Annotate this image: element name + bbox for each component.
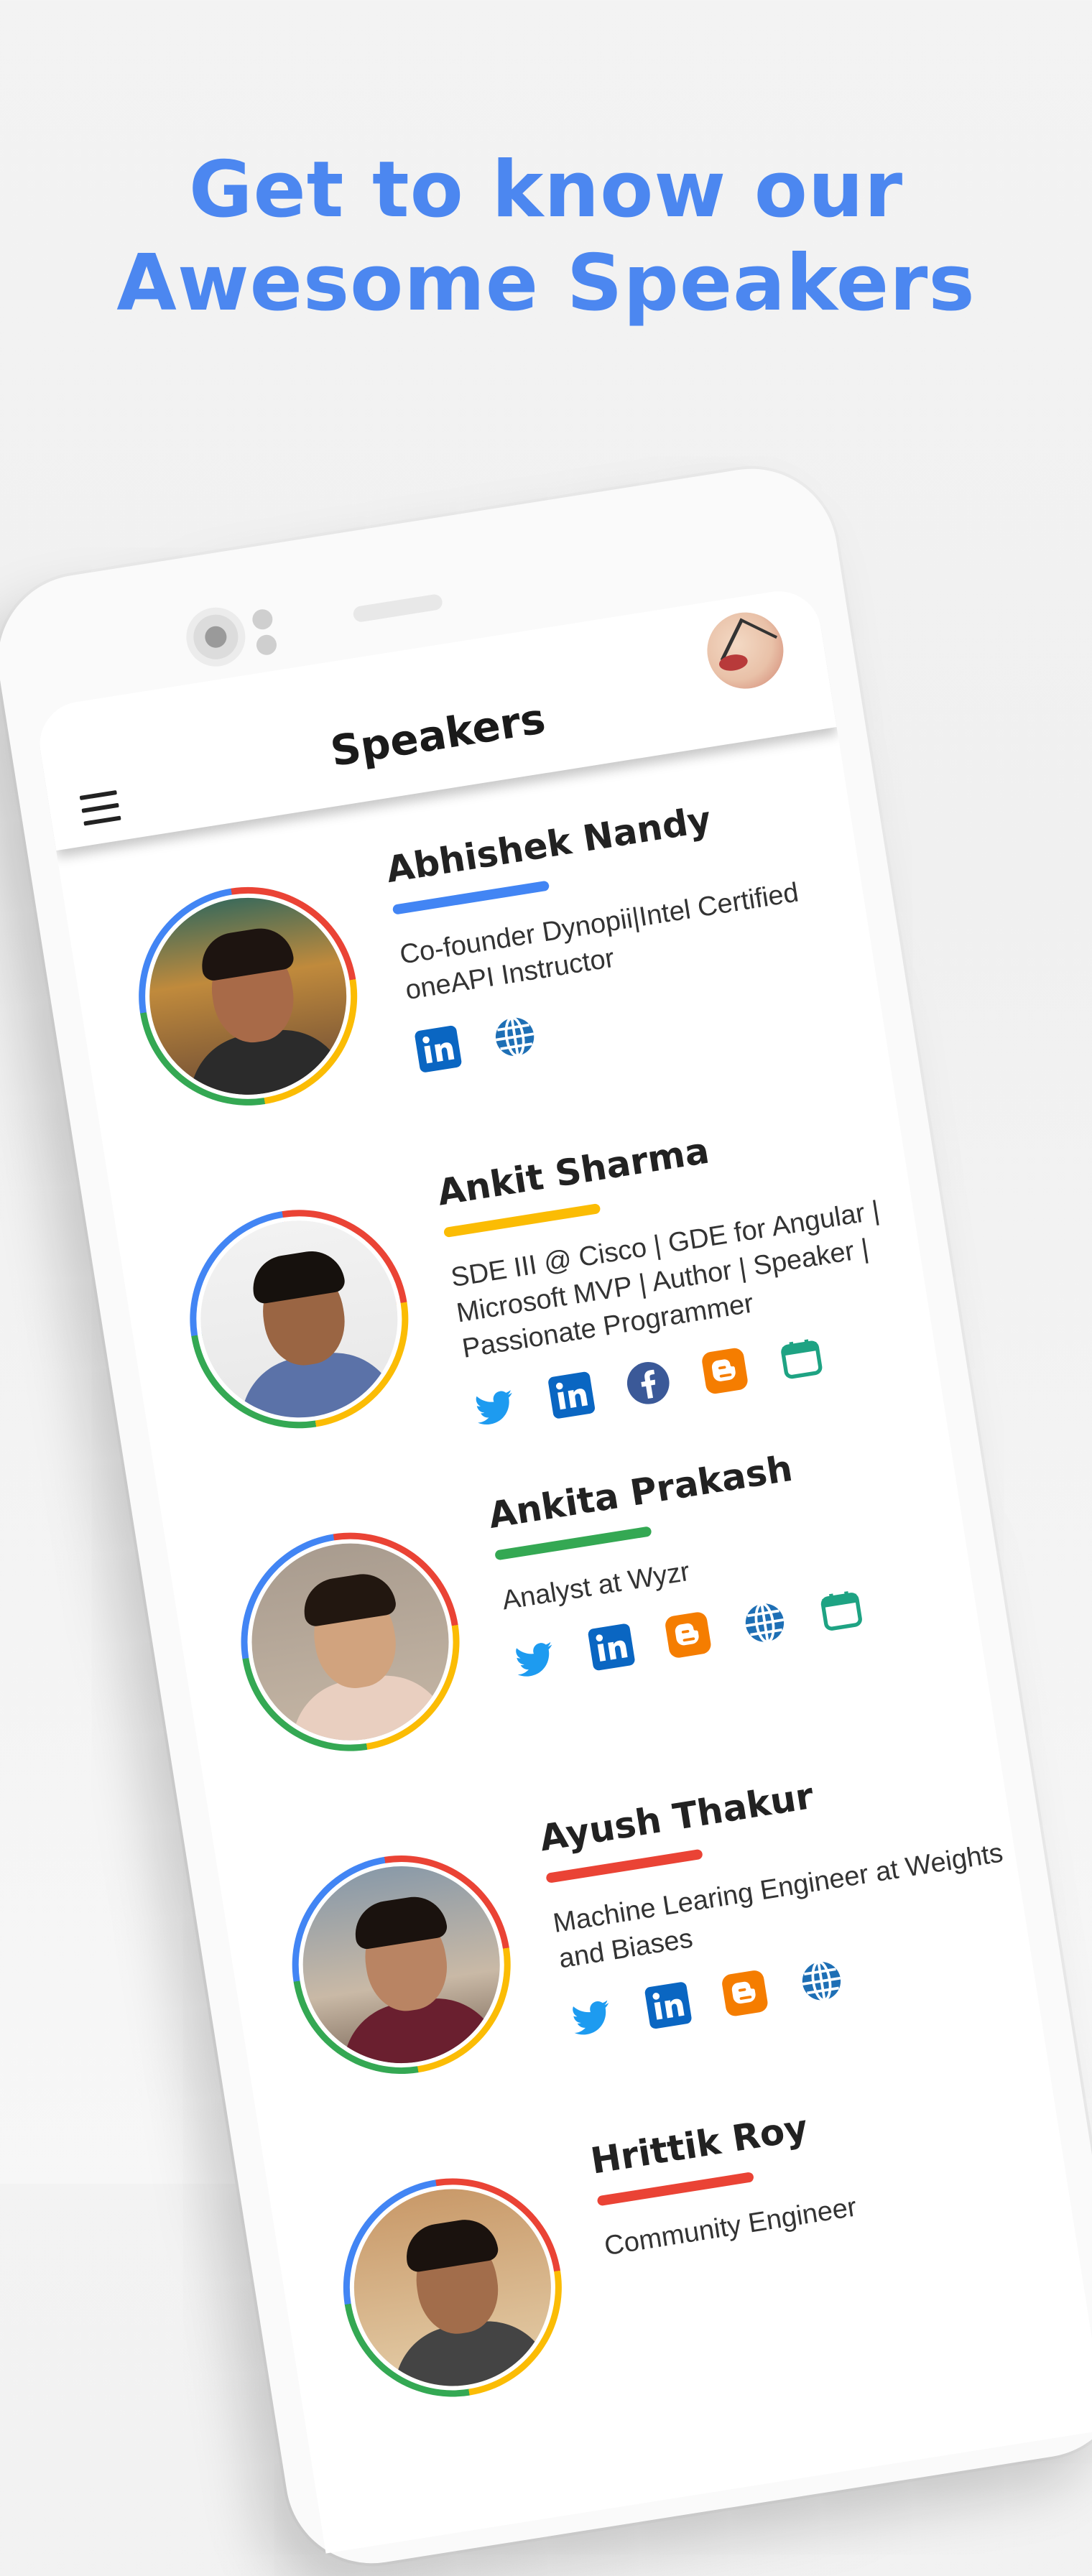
speaker-photo bbox=[276, 1840, 527, 2090]
speaker-list: Abhishek Nandy Co-founder Dynopii|Intel C… bbox=[60, 749, 1092, 2486]
blogger-icon[interactable] bbox=[698, 1345, 751, 1397]
hero-line-2: Awesome Speakers bbox=[116, 238, 976, 328]
website-icon[interactable] bbox=[795, 1955, 848, 2007]
blogger-icon[interactable] bbox=[662, 1608, 714, 1661]
sessionize-icon[interactable] bbox=[815, 1585, 868, 1637]
speaker-photo bbox=[327, 2162, 578, 2413]
speaker-photo bbox=[174, 1194, 425, 1445]
sessionize-icon[interactable] bbox=[775, 1333, 828, 1385]
website-icon[interactable] bbox=[489, 1011, 541, 1063]
sensor-dot bbox=[251, 608, 274, 631]
hero-heading: Get to know our Awesome Speakers bbox=[0, 144, 1092, 330]
linkedin-icon[interactable] bbox=[642, 1979, 695, 2031]
speaker-photo bbox=[123, 871, 374, 1121]
twitter-icon[interactable] bbox=[509, 1633, 561, 1685]
linkedin-icon[interactable] bbox=[586, 1621, 638, 1673]
sensor-dot bbox=[254, 633, 279, 657]
speaker-bio: Community Engineer bbox=[602, 2192, 859, 2262]
twitter-icon[interactable] bbox=[468, 1381, 521, 1434]
hero-line-1: Get to know our bbox=[188, 145, 904, 235]
website-icon[interactable] bbox=[739, 1596, 791, 1649]
earpiece-slot bbox=[352, 593, 444, 624]
blogger-icon[interactable] bbox=[718, 1967, 771, 2019]
linkedin-icon[interactable] bbox=[412, 1023, 464, 1075]
speaker-name: Abhishek Nandy bbox=[383, 798, 714, 891]
app-screen: Speakers Abhishek Nandy Co-founder Dynopi… bbox=[33, 585, 1092, 2554]
twitter-icon[interactable] bbox=[565, 1991, 618, 2044]
speaker-photo bbox=[225, 1516, 476, 1767]
phone-mockup: Speakers Abhishek Nandy Co-founder Dynopi… bbox=[0, 456, 1092, 2576]
phone-frame: Speakers Abhishek Nandy Co-founder Dynopi… bbox=[0, 456, 1092, 2576]
linkedin-icon[interactable] bbox=[545, 1369, 598, 1422]
facebook-icon[interactable] bbox=[622, 1357, 675, 1409]
hamburger-menu-icon[interactable] bbox=[79, 789, 121, 826]
front-camera bbox=[182, 603, 250, 671]
